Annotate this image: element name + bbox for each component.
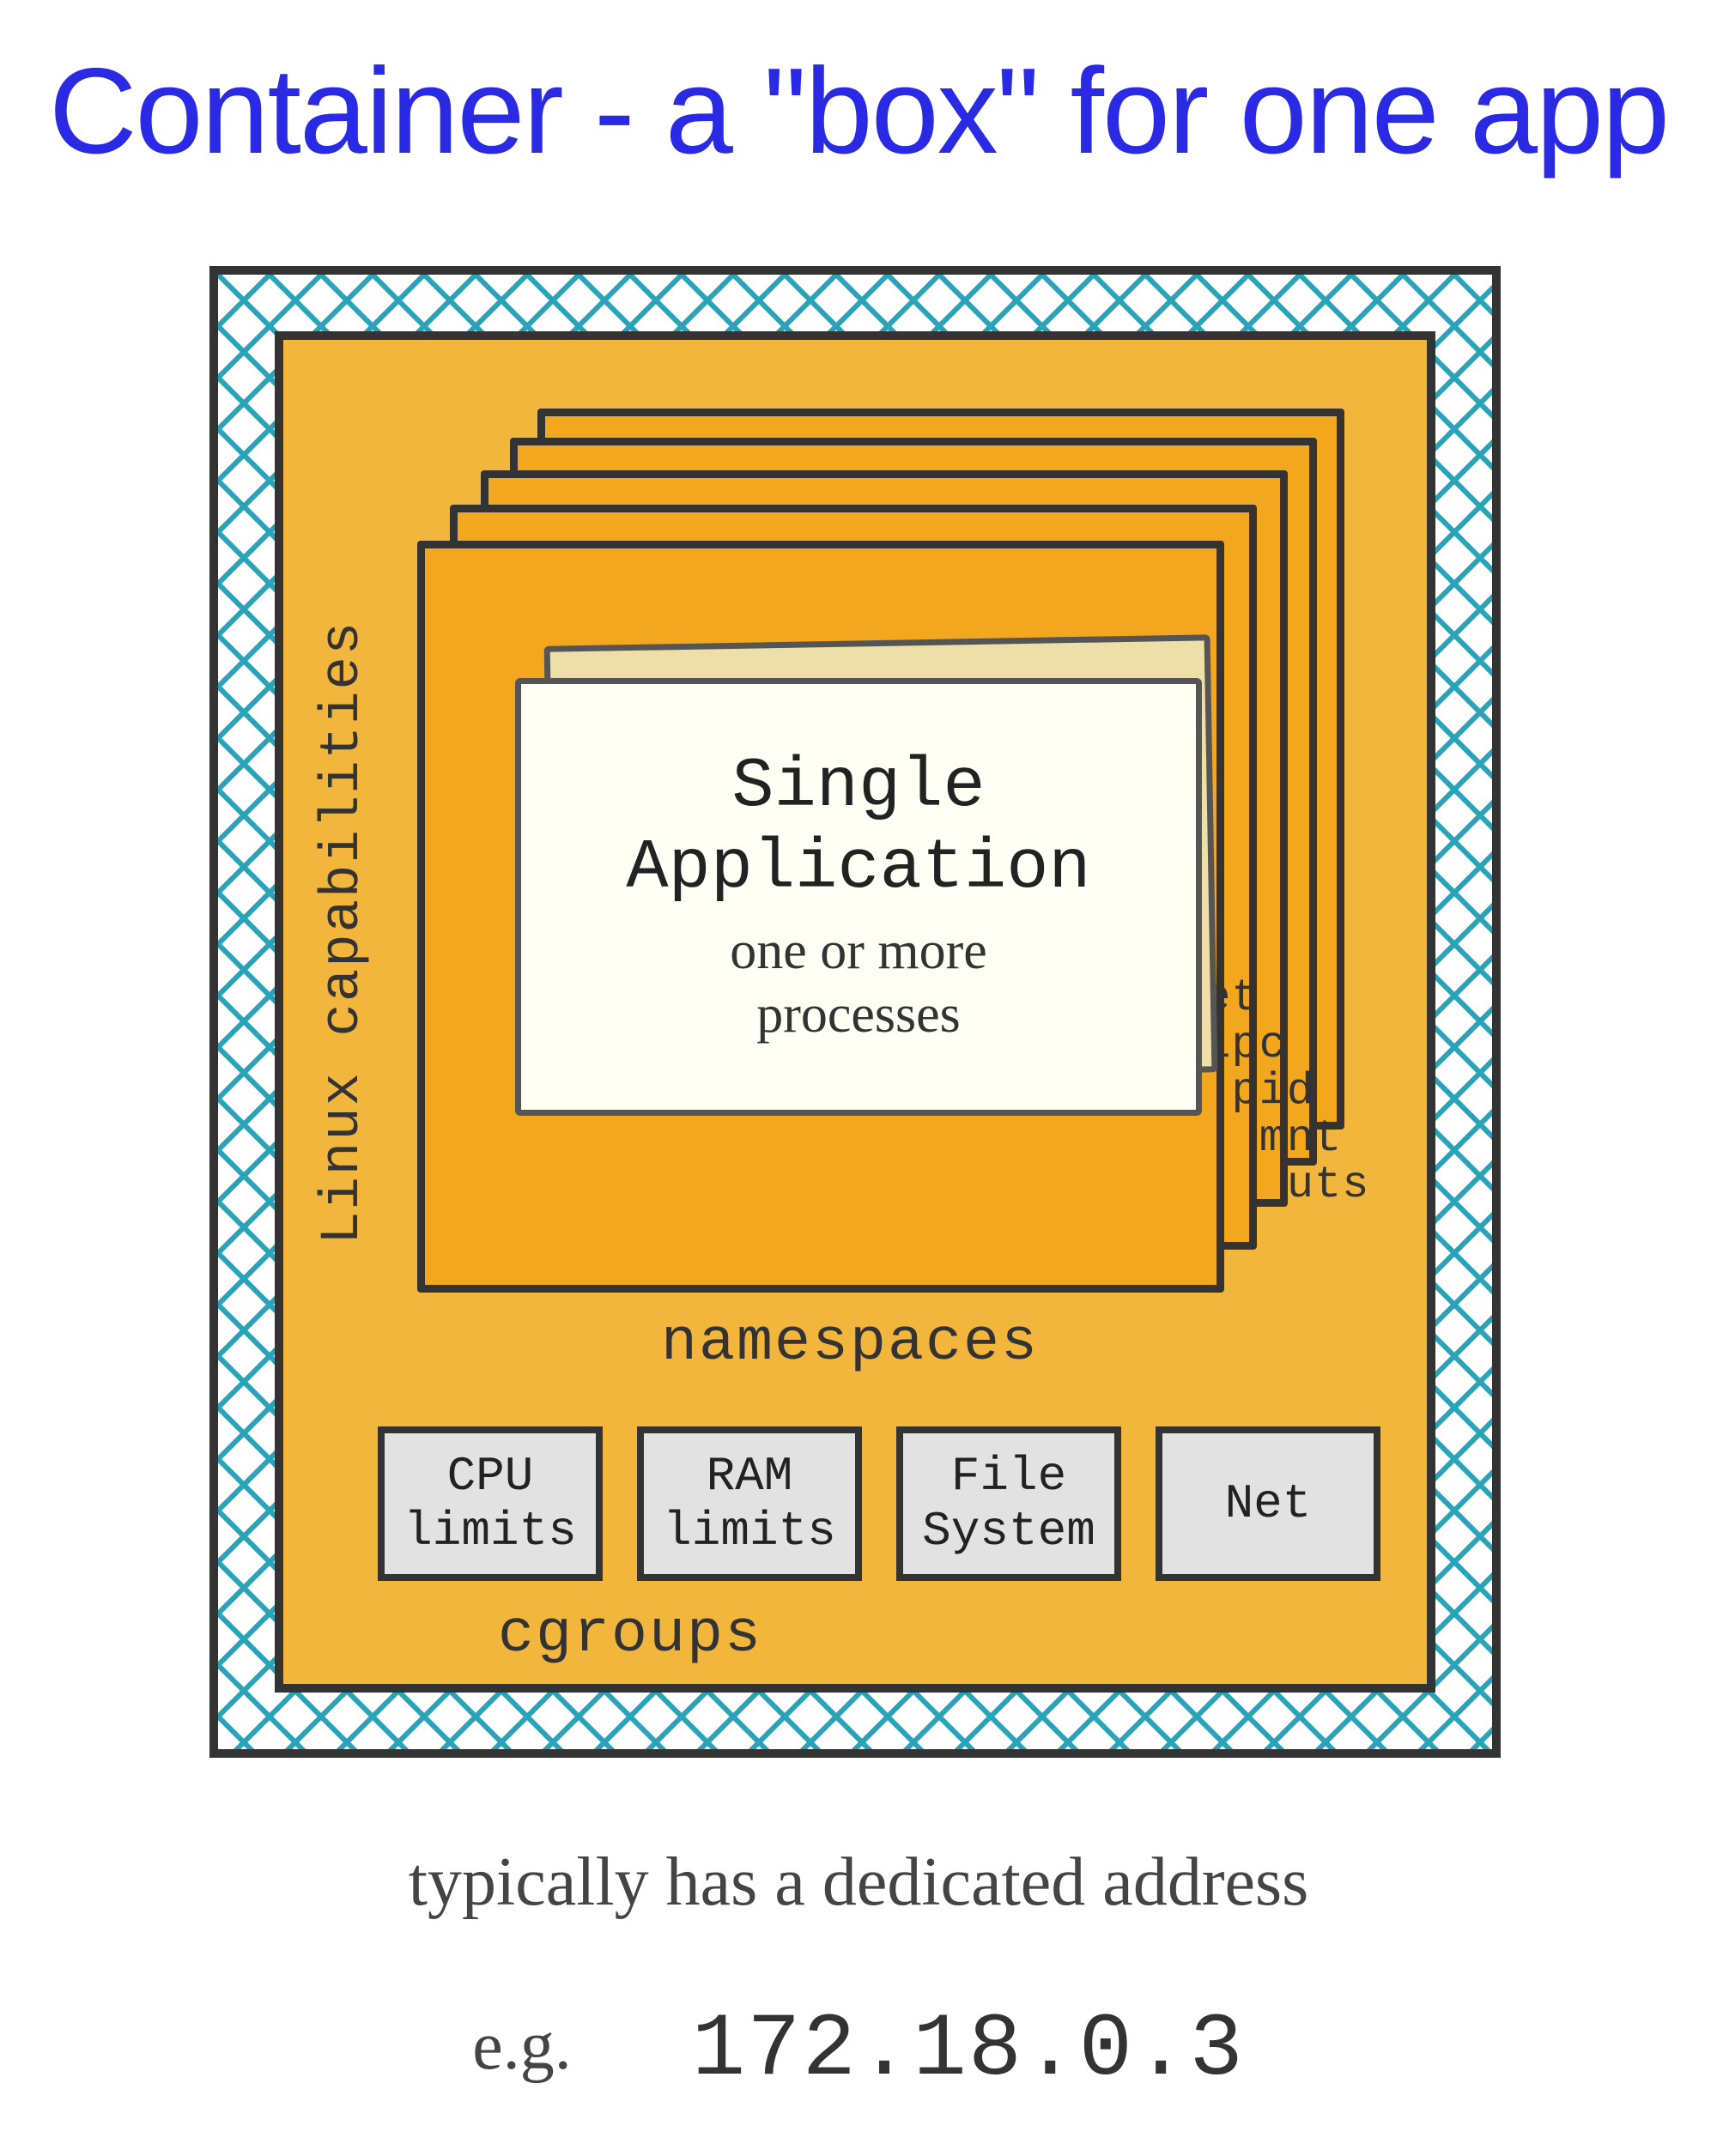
page-title: Container - a "box" for one app <box>0 0 1717 182</box>
app-card: Single Application one or more processes <box>515 678 1202 1116</box>
namespaces-label: namespaces <box>661 1310 1039 1378</box>
app-subtitle: one or more processes <box>730 919 987 1047</box>
cgroup-item: Net <box>1156 1426 1380 1581</box>
namespace-item: pid <box>1176 1069 1369 1116</box>
cgroups-label: cgroups <box>498 1602 762 1669</box>
cgroup-item: File System <box>896 1426 1121 1581</box>
footer-eg-label: e.g. <box>472 2008 572 2084</box>
container-body: Linux capabilities net ipc pid mnt uts S… <box>275 331 1435 1693</box>
footer-ip: 172.18.0.3 <box>692 2000 1245 2101</box>
namespace-item: uts <box>1176 1162 1369 1209</box>
cgroup-item: RAM limits <box>637 1426 862 1581</box>
namespace-item: mnt <box>1176 1116 1369 1163</box>
cgroup-item: CPU limits <box>378 1426 603 1581</box>
footer-line-2: e.g. 172.18.0.3 <box>0 2000 1717 2101</box>
footer-line-1: typically has a dedicated address <box>0 1844 1717 1922</box>
linux-capabilities-label: Linux capabilities <box>312 537 374 1327</box>
cgroups-row: CPU limits RAM limits File System Net <box>378 1426 1380 1581</box>
app-title: Single Application <box>626 747 1090 909</box>
container-outer-box: Linux capabilities net ipc pid mnt uts S… <box>209 266 1501 1758</box>
